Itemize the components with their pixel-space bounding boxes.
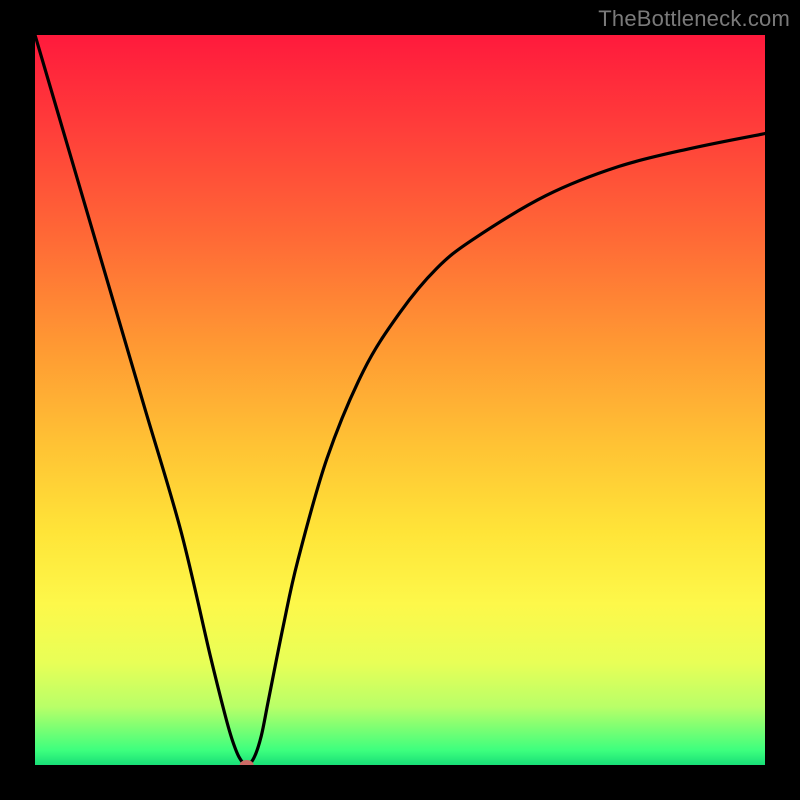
plot-area: [35, 35, 765, 765]
bottleneck-curve: [35, 35, 765, 765]
minimum-marker: [240, 760, 254, 765]
chart-frame: TheBottleneck.com: [0, 0, 800, 800]
watermark-text: TheBottleneck.com: [598, 6, 790, 32]
